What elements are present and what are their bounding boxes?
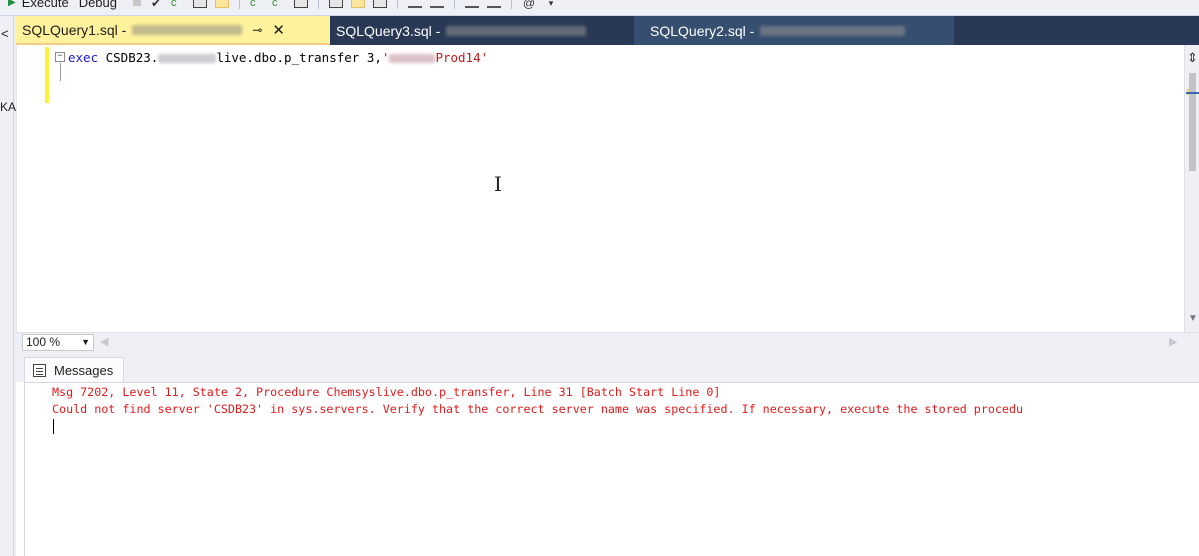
toolbar-separator [454,0,455,9]
left-strip-text: KA [0,100,17,114]
parse-check-icon[interactable]: ✔ [149,0,163,9]
execute-label: Execute [21,0,69,10]
debug-button[interactable]: Debug [78,0,127,10]
redacted-string-prefix [389,54,436,63]
toolbar-overflow-icon[interactable]: ▾ [544,0,558,8]
stop-icon[interactable] [133,0,141,6]
display-plan-icon[interactable]: ĉ [250,0,264,8]
scroll-right-icon[interactable]: ▶ [1169,335,1177,348]
pin-icon[interactable]: ⊸ [252,23,262,37]
close-icon[interactable]: ✕ [272,21,285,39]
document-tabs: SQLQuery1.sql - ⊸ ✕ SQLQuery3.sql - SQLQ… [16,16,1199,45]
decrease-indent-icon[interactable] [465,0,479,8]
tab-sqlquery3[interactable]: SQLQuery3.sql - [330,16,634,45]
tab-label: SQLQuery1.sql - [22,21,127,38]
results-to-grid-icon[interactable] [215,0,229,8]
scroll-left-icon[interactable]: ◀ [100,335,108,348]
comment-icon[interactable] [408,0,422,8]
zoom-select[interactable]: 100 % ▼ [22,334,94,351]
client-stats-icon[interactable] [294,0,308,8]
code-line-1[interactable]: exec CSDB23. live.dbo.p_transfer 3,' Prod1… [68,50,488,65]
split-icon[interactable]: ⇕ [1187,50,1198,66]
redacted-server-name [446,25,587,36]
string-literal: ' [381,50,390,65]
redacted-server-name [132,24,243,35]
exec-keyword: exec [68,50,99,65]
chevron-left-icon[interactable]: < [1,26,9,41]
caret-marker [1186,92,1199,94]
results-tab-bar: Messages [16,351,1199,382]
tab-sqlquery2[interactable]: SQLQuery2.sql - [634,16,954,45]
chevron-down-icon: ▼ [81,337,90,347]
tab-label: SQLQuery2.sql - [650,22,755,39]
scrollbar-thumb[interactable] [1189,73,1196,171]
execute-button[interactable]: ▶ Execute [0,0,79,10]
results-pane: Messages Msg 7202, Level 11, State 2, Pr… [16,351,1199,556]
code-text: live.dbo.p_transfer 3, [216,50,382,65]
specify-values-icon[interactable]: @ [522,0,536,9]
play-icon: ▶ [8,0,16,8]
editor-status-row: 100 % ▼ ◀ ▶ [16,332,1199,351]
results-file-icon[interactable] [373,0,387,8]
query-editor[interactable]: − exec CSDB23. live.dbo.p_transfer 3,' Pro… [16,45,1184,332]
text-cursor-icon: I [494,172,502,196]
tab-sqlquery1[interactable]: SQLQuery1.sql - ⊸ ✕ [16,16,330,45]
redacted-server-name [760,25,906,36]
main-toolbar: ▶ Execute Debug ✔ ĉ ĉ ĉ @ ▾ [0,0,1199,16]
string-literal: Prod14' [435,50,489,65]
object-explorer-collapsed: < KA [0,16,17,556]
query-options-icon[interactable]: ĉ [171,0,185,8]
tab-messages[interactable]: Messages [24,357,124,382]
text-caret [53,419,54,434]
messages-tab-label: Messages [54,362,114,378]
error-line: Could not find server 'CSDB23' in sys.se… [52,402,1024,416]
results-text-icon[interactable] [329,0,343,8]
zoom-value: 100 % [26,335,61,349]
code-text: CSDB23. [98,50,159,65]
toolbar-separator [239,0,240,9]
include-plan-icon[interactable]: ĉ [272,0,286,8]
results-to-text-icon[interactable] [193,0,207,8]
toolbar-separator [397,0,398,9]
toolbar-separator [511,0,512,9]
messages-body[interactable]: Msg 7202, Level 11, State 2, Procedure C… [24,382,1199,556]
collapse-icon[interactable]: − [55,52,65,62]
error-line: Msg 7202, Level 11, State 2, Procedure C… [52,385,721,399]
debug-label: Debug [78,0,117,10]
messages-icon [33,363,46,377]
outline-line [60,63,61,81]
toolbar-separator [318,0,319,9]
scroll-down-icon[interactable]: ▼ [1188,313,1198,324]
uncomment-icon[interactable] [430,0,444,8]
increase-indent-icon[interactable] [487,0,501,8]
redacted-db-prefix [158,54,217,63]
results-grid-icon[interactable] [351,0,365,8]
tab-label: SQLQuery3.sql - [336,22,441,39]
editor-vertical-scrollbar[interactable]: ⇕ ▼ [1184,45,1199,332]
change-tracking-bar [45,47,49,103]
